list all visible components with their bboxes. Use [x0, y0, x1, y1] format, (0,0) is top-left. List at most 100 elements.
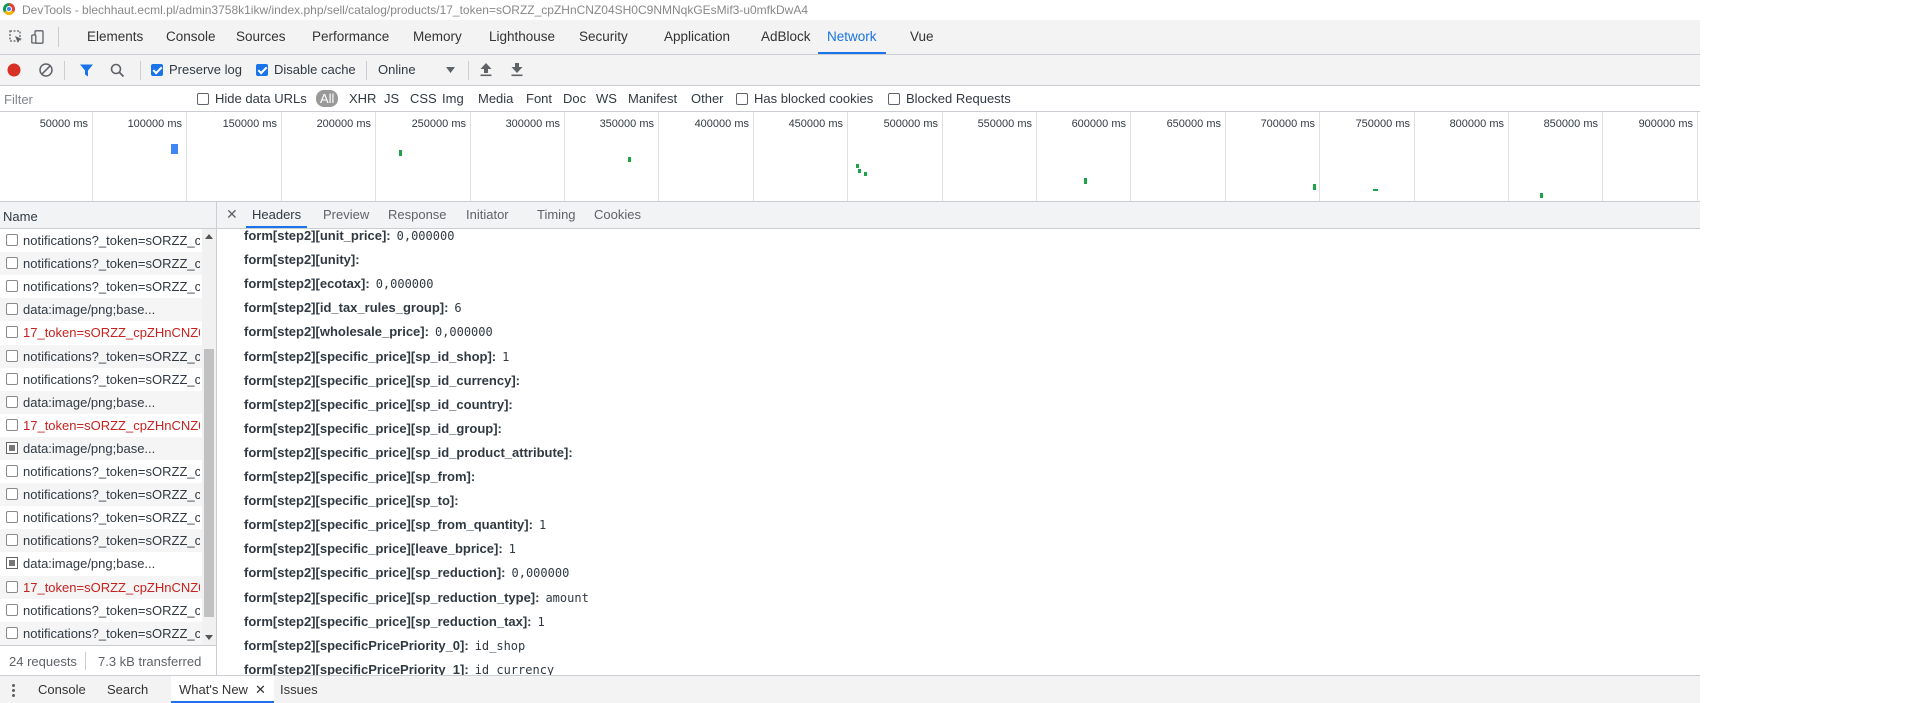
document-icon: [6, 511, 18, 524]
device-toolbar-icon[interactable]: [31, 30, 45, 44]
tab-performance[interactable]: Performance: [303, 20, 398, 54]
request-row[interactable]: data:image/png;base...: [0, 390, 202, 414]
requests-scrollbar[interactable]: [202, 229, 216, 645]
filter-type-doc[interactable]: Doc: [563, 91, 586, 106]
record-icon[interactable]: [6, 62, 22, 78]
hide-data-urls-checkbox[interactable]: [197, 93, 209, 105]
drawer-tab-what-s-new[interactable]: What's New ✕: [171, 676, 274, 703]
timeline-tick-label: 250000 ms: [411, 118, 466, 130]
throttling-select[interactable]: Online: [376, 55, 462, 85]
image-file-icon: [6, 441, 18, 454]
request-row[interactable]: data:image/png;base...: [0, 552, 202, 575]
drawer-tab-console[interactable]: Console: [30, 676, 94, 703]
tab-vue[interactable]: Vue: [901, 20, 943, 54]
network-overview-timeline[interactable]: 50000 ms 100000 ms 150000 ms 200000 ms 25000…: [0, 112, 1700, 202]
filter-type-media[interactable]: Media: [478, 91, 513, 106]
tab-network[interactable]: Network: [818, 20, 886, 54]
tab-security[interactable]: Security: [570, 20, 637, 54]
filter-type-ws[interactable]: WS: [596, 91, 617, 106]
tab-initiator[interactable]: Initiator: [460, 202, 515, 228]
tab-application[interactable]: Application: [655, 20, 739, 54]
form-data-value: id_shop: [474, 638, 526, 653]
blocked-requests-checkbox[interactable]: [888, 93, 900, 105]
request-row[interactable]: notifications?_token=sORZZ_cpZHnCNZ04SH0…: [0, 344, 202, 368]
export-har-icon[interactable]: [510, 62, 524, 77]
timeline-tick-label: 800000 ms: [1449, 118, 1504, 130]
filter-type-font[interactable]: Font: [526, 91, 552, 106]
request-row[interactable]: notifications?_token=sORZZ_cpZHnCNZ04SH0…: [0, 483, 202, 507]
preserve-log-checkbox[interactable]: [151, 64, 163, 76]
timeline-gridline: [92, 112, 93, 201]
form-data-row: form[step2][unit_price]: 0,000000: [244, 224, 454, 248]
request-row[interactable]: notifications?_token=sORZZ_cpZHnCNZ04SH0…: [0, 529, 202, 553]
request-row[interactable]: notifications?_token=sORZZ_cpZHnCNZ04SH0…: [0, 252, 202, 276]
filter-type-manifest[interactable]: Manifest: [628, 91, 677, 106]
scrollbar-thumb[interactable]: [204, 349, 214, 617]
filter-type-css[interactable]: CSS: [410, 91, 437, 106]
filter-type-img[interactable]: Img: [442, 91, 464, 106]
request-row[interactable]: 17_token=sORZZ_cpZHnCNZ04SH0C9NMNqkGEsMi…: [0, 575, 202, 599]
filter-type-other[interactable]: Other: [691, 91, 724, 106]
document-icon: [6, 372, 18, 385]
filter-type-xhr[interactable]: XHR: [349, 91, 376, 106]
filter-funnel-icon[interactable]: [79, 63, 94, 78]
request-row[interactable]: data:image/png;base...: [0, 436, 202, 460]
window-title-bar: DevTools - blechhaut.ecml.pl/admin3758k1…: [0, 0, 1700, 20]
form-data-key: form[step2][unity]:: [244, 252, 360, 268]
import-har-icon[interactable]: [479, 62, 493, 77]
clear-icon[interactable]: [38, 62, 54, 78]
form-data-key: form[step2][specific_price][sp_from]:: [244, 469, 476, 484]
scroll-down-icon[interactable]: [205, 635, 213, 640]
toolbar-divider: [468, 61, 469, 80]
drawer-tab-issues[interactable]: Issues: [272, 676, 326, 703]
drawer-tab-search[interactable]: Search: [99, 676, 156, 703]
tab-timing[interactable]: Timing: [531, 202, 582, 228]
request-name: notifications?_token=sORZZ_cpZHnCNZ04SH0…: [23, 602, 200, 618]
tab-console[interactable]: Console: [157, 20, 225, 54]
form-data-key: form[step2][specific_price][sp_reduction…: [244, 565, 506, 581]
tab-cookies[interactable]: Cookies: [588, 202, 647, 228]
request-count: 24 requests: [9, 654, 77, 669]
request-row[interactable]: notifications?_token=sORZZ_cpZHnCNZ04SH0…: [0, 229, 202, 252]
request-row[interactable]: notifications?_token=sORZZ_cpZHnCNZ04SH0…: [0, 460, 202, 483]
scroll-up-icon[interactable]: [205, 234, 213, 239]
request-name: notifications?_token=sORZZ_cpZHnCNZ04SH0…: [23, 487, 200, 503]
document-icon: [6, 349, 18, 362]
filter-type-js[interactable]: JS: [384, 91, 399, 106]
close-icon[interactable]: ✕: [226, 206, 238, 223]
timeline-request-mark: [864, 172, 867, 176]
request-row[interactable]: notifications?_token=sORZZ_cpZHnCNZ04SH0…: [0, 506, 202, 529]
search-icon[interactable]: [110, 63, 125, 78]
timeline-gridline: [1036, 112, 1037, 201]
request-row[interactable]: 17_token=sORZZ_cpZHnCNZ04SH0C9NMNqkGEsMi…: [0, 321, 202, 344]
timeline-gridline: [658, 112, 659, 201]
disable-cache-checkbox[interactable]: [256, 64, 268, 76]
tab-lighthouse[interactable]: Lighthouse: [480, 20, 564, 54]
more-options-icon[interactable]: [12, 683, 15, 697]
timeline-tick-label: 600000 ms: [1071, 118, 1126, 130]
request-row[interactable]: 17_token=sORZZ_cpZHnCNZ04SH0C9NMNqkGEsMi…: [0, 414, 202, 437]
tab-memory[interactable]: Memory: [404, 20, 471, 54]
filter-input[interactable]: [2, 89, 186, 109]
request-row[interactable]: notifications?_token=sORZZ_cpZHnCNZ04SH0…: [0, 275, 202, 298]
form-data-value: 0,000000: [434, 325, 493, 340]
name-column-header[interactable]: Name: [0, 202, 216, 229]
request-row[interactable]: notifications?_token=sORZZ_cpZHnCNZ04SH0…: [0, 599, 202, 622]
inspect-element-icon[interactable]: [9, 30, 23, 44]
drawer-tab-label: Issues: [280, 682, 318, 697]
timeline-tick-label: 200000 ms: [316, 118, 371, 130]
request-name: 17_token=sORZZ_cpZHnCNZ04SH0C9NMNqkGEsMi…: [23, 417, 200, 433]
tab-elements[interactable]: Elements: [78, 20, 152, 54]
request-name: notifications?_token=sORZZ_cpZHnCNZ04SH0…: [23, 233, 200, 248]
filter-type-all[interactable]: All: [316, 90, 339, 107]
request-row[interactable]: notifications?_token=sORZZ_cpZHnCNZ04SH0…: [0, 621, 202, 645]
document-icon: [6, 326, 18, 339]
close-icon[interactable]: ✕: [255, 682, 266, 697]
request-row[interactable]: data:image/png;base...: [0, 298, 202, 322]
has-blocked-cookies-checkbox[interactable]: [736, 93, 748, 105]
timeline-gridline: [1508, 112, 1509, 201]
tab-adblock[interactable]: AdBlock: [752, 20, 820, 54]
tab-sources[interactable]: Sources: [227, 20, 295, 54]
document-icon: [6, 395, 18, 408]
request-row[interactable]: notifications?_token=sORZZ_cpZHnCNZ04SH0…: [0, 368, 202, 391]
